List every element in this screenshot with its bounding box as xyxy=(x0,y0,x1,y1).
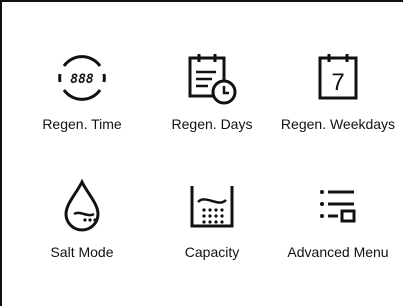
capacity-label: Capacity xyxy=(184,244,240,260)
regen-weekdays-button[interactable]: 7 Regen. Weekdays xyxy=(277,50,399,132)
regen-days-label: Regen. Days xyxy=(171,116,253,132)
regen-days-button[interactable]: Regen. Days xyxy=(160,50,264,132)
salt-drop-icon xyxy=(54,178,110,234)
salt-mode-button[interactable]: Salt Mode xyxy=(40,178,124,260)
advanced-menu-label: Advanced Menu xyxy=(287,244,389,260)
regen-time-label: Regen. Time xyxy=(42,116,122,132)
advanced-menu-button[interactable]: Advanced Menu xyxy=(277,178,399,260)
regen-time-button[interactable]: 888 Regen. Time xyxy=(40,50,124,132)
clock-digits: 888 xyxy=(70,72,94,87)
digital-clock-icon: 888 xyxy=(54,50,110,106)
regen-weekdays-label: Regen. Weekdays xyxy=(280,116,396,132)
calendar-day-number: 7 xyxy=(331,69,344,96)
tank-capacity-icon xyxy=(184,178,240,234)
salt-mode-label: Salt Mode xyxy=(50,244,114,260)
list-menu-icon xyxy=(320,190,366,234)
capacity-button[interactable]: Capacity xyxy=(160,178,264,260)
calendar-clock-icon xyxy=(184,50,240,106)
settings-screen: 888 Regen. Time Regen. Days 7 Regen. Wee… xyxy=(0,0,403,306)
calendar-day-icon: 7 xyxy=(310,50,366,106)
